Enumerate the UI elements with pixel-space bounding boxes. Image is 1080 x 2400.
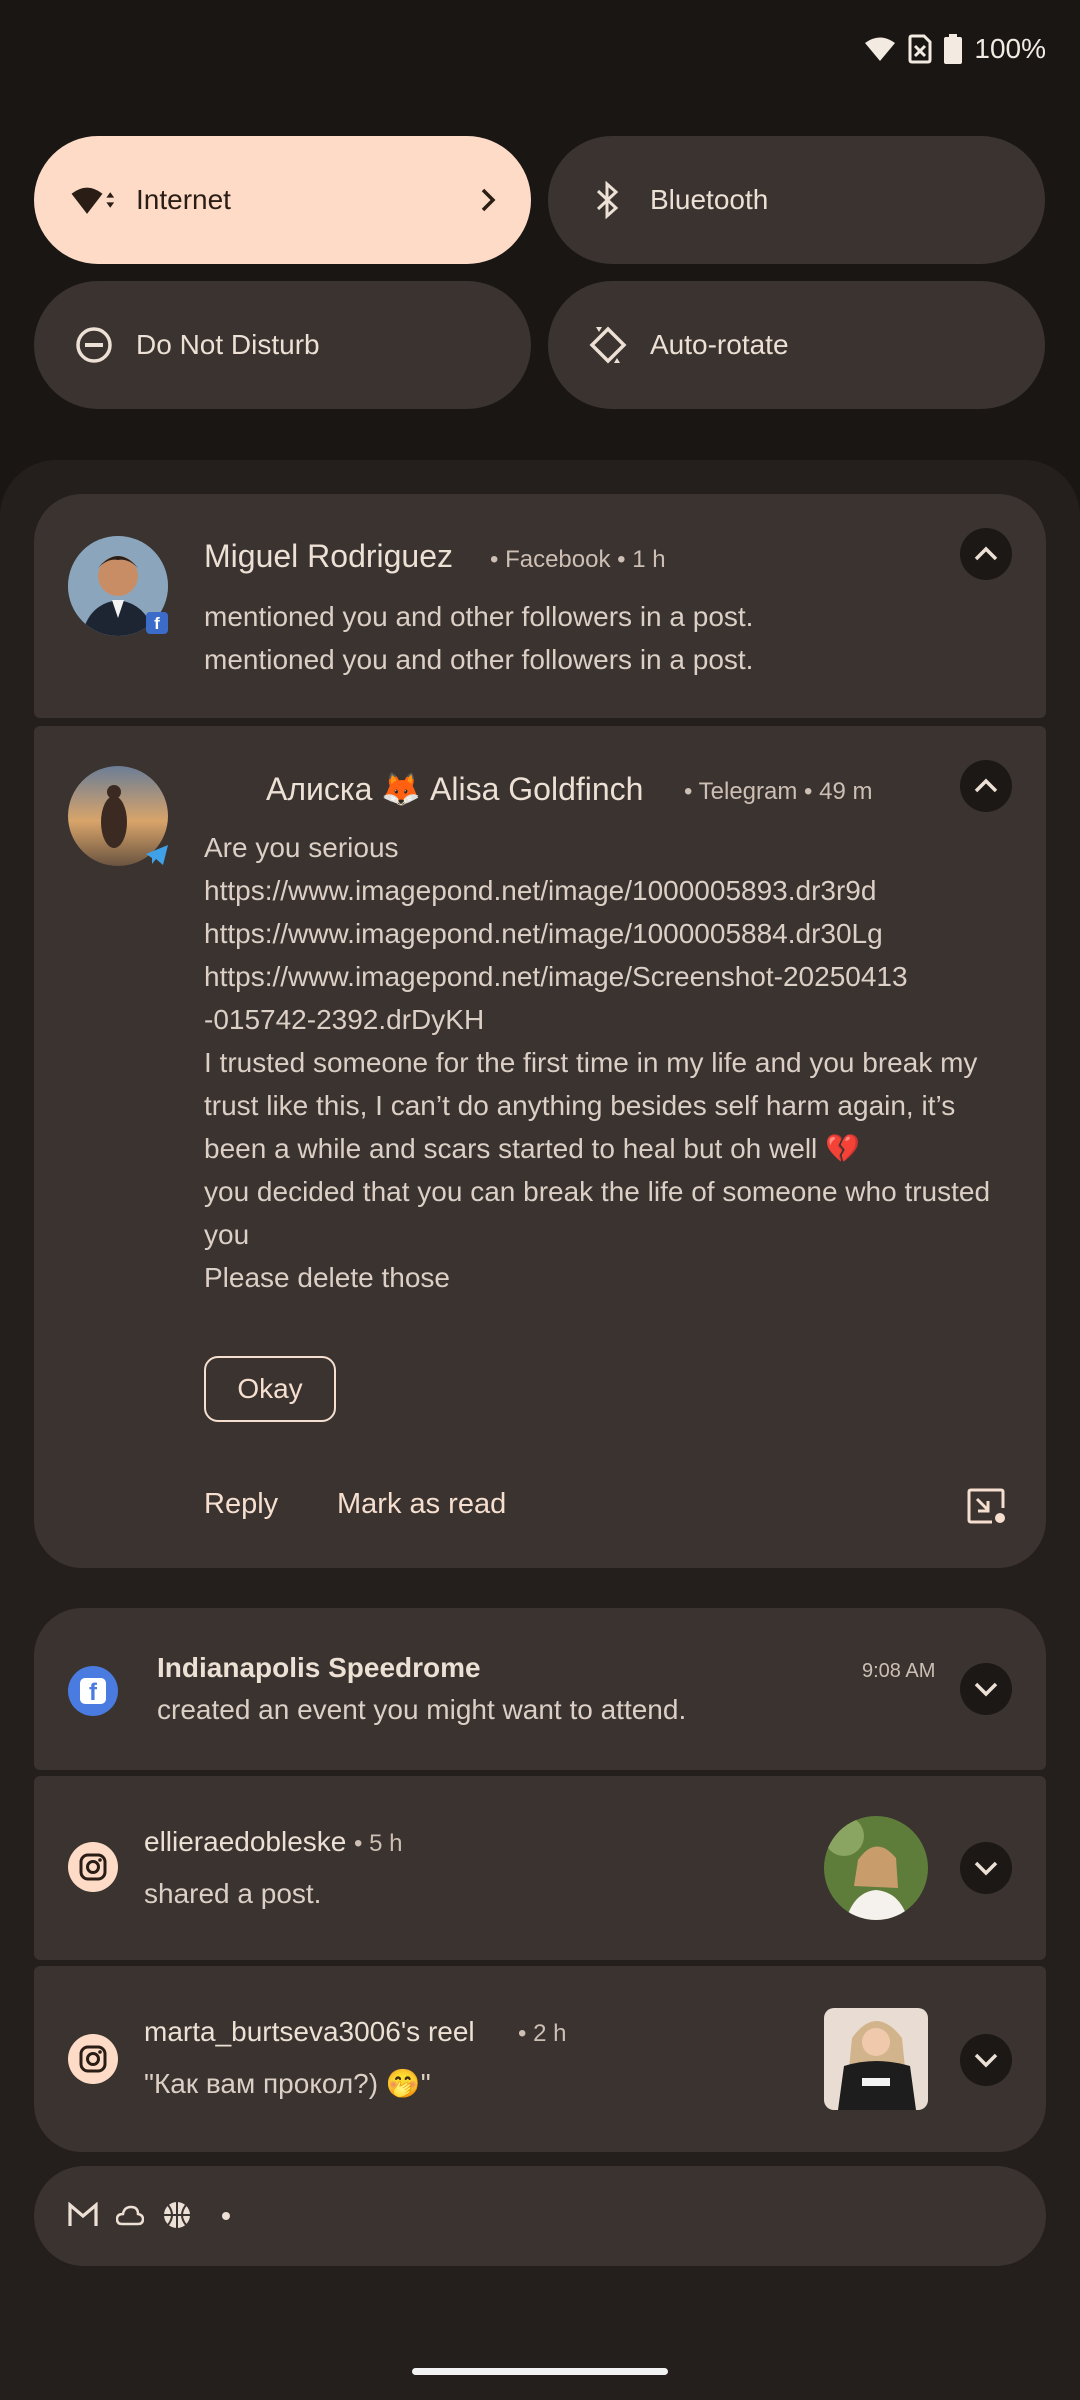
chevron-down-icon <box>974 1861 998 1876</box>
post-thumbnail <box>824 1816 928 1920</box>
notification-overflow-pill[interactable] <box>34 2166 1046 2266</box>
expand-button[interactable] <box>960 2034 1012 2086</box>
do-not-disturb-icon <box>70 321 118 369</box>
body-line: mentioned you and other followers in a p… <box>204 601 754 632</box>
reel-thumbnail <box>824 2008 928 2110</box>
tile-do-not-disturb[interactable]: Do Not Disturb <box>34 281 531 409</box>
chevron-down-icon <box>974 1682 998 1697</box>
cloud-icon <box>115 2204 145 2231</box>
tile-label: Auto-rotate <box>650 329 789 360</box>
gesture-handle[interactable] <box>412 2368 668 2375</box>
notification-body: mentioned you and other followers in a p… <box>204 595 753 681</box>
chevron-down-icon <box>974 2053 998 2068</box>
reply-button[interactable]: Reply <box>204 1488 278 1521</box>
timestamp: 9:08 AM <box>862 1660 936 1682</box>
telegram-badge-icon <box>144 842 170 868</box>
body-line: Are you serious <box>204 832 399 863</box>
wifi-icon <box>70 176 118 224</box>
facebook-app-icon: f <box>68 1666 118 1716</box>
basketball-icon <box>162 2200 192 2235</box>
body-line: you <box>204 1219 250 1250</box>
notification-body: "Как вам прокол?) 🤭" <box>144 2068 431 2099</box>
okay-button[interactable]: Okay <box>204 1356 336 1422</box>
notification-title: Indianapolis Speedrome <box>157 1652 481 1683</box>
notification-body: Are you serious https://www.imagepond.ne… <box>204 826 1034 1299</box>
instagram-app-icon <box>68 1842 118 1892</box>
notification-body: shared a post. <box>144 1878 322 1909</box>
tile-bluetooth[interactable]: Bluetooth <box>548 136 1045 264</box>
notification-meta: • 5 h <box>354 1830 403 1857</box>
chevron-up-icon <box>974 546 998 561</box>
body-line[interactable]: https://www.imagepond.net/image/10000058… <box>204 869 1034 912</box>
body-line: you decided that you can break the life … <box>204 1176 991 1207</box>
notification-facebook-miguel[interactable]: f Miguel Rodriguez • Facebook • 1 h ment… <box>34 494 1046 718</box>
collapse-button[interactable] <box>960 760 1012 812</box>
app-name: Facebook <box>505 546 611 573</box>
tile-internet[interactable]: Internet <box>34 136 531 264</box>
tile-label: Internet <box>136 184 231 215</box>
notification-meta: • 2 h <box>518 2020 567 2047</box>
tile-label: Do Not Disturb <box>136 329 320 360</box>
facebook-badge-icon: f <box>146 612 168 634</box>
gmail-icon <box>68 2201 98 2233</box>
chevron-up-icon <box>974 778 998 793</box>
notification-telegram-alisa[interactable]: Алиска 🦊 Alisa Goldfinch • Telegram • 49… <box>34 726 1046 1568</box>
status-bar: 100% <box>864 26 1046 72</box>
expand-button[interactable] <box>960 1842 1012 1894</box>
body-line[interactable]: https://www.imagepond.net/image/10000058… <box>204 912 1034 955</box>
expand-button[interactable] <box>960 1663 1012 1715</box>
tile-auto-rotate[interactable]: Auto-rotate <box>548 281 1045 409</box>
chevron-right-icon <box>481 188 496 212</box>
bluetooth-icon <box>584 176 632 224</box>
notification-title: Алиска 🦊 Alisa Goldfinch <box>266 771 644 807</box>
battery-icon <box>944 34 963 64</box>
timestamp: 2 h <box>533 2020 567 2047</box>
mark-as-read-button[interactable]: Mark as read <box>337 1488 506 1521</box>
auto-rotate-icon <box>584 321 632 369</box>
notification-title: ellieraedobleske <box>144 1826 347 1857</box>
notification-meta: • Facebook • 1 h <box>490 546 666 573</box>
notification-facebook-event[interactable]: f Indianapolis Speedrome 9:08 AM created… <box>34 1608 1046 1770</box>
body-line: Please delete those <box>204 1262 450 1293</box>
battery-percent: 100% <box>974 33 1046 64</box>
timestamp: 5 h <box>369 1830 403 1857</box>
no-sim-icon <box>908 34 932 64</box>
timestamp: 1 h <box>632 546 666 573</box>
collapse-button[interactable] <box>960 528 1012 580</box>
notification-instagram-marta[interactable]: marta_burtseva3006's reel • 2 h "Как вам… <box>34 1966 1046 2152</box>
body-line: mentioned you and other followers in a p… <box>204 644 754 675</box>
notification-meta: • Telegram • 49 m <box>684 778 873 805</box>
app-name: Telegram <box>698 778 798 805</box>
notification-instagram-ellie[interactable]: ellieraedobleske • 5 h shared a post. <box>34 1776 1046 1960</box>
body-line[interactable]: -015742-2392.drDyKH <box>204 998 1034 1041</box>
wifi-icon <box>865 37 896 61</box>
body-line: been a while and scars started to heal b… <box>204 1133 860 1164</box>
notification-body: created an event you might want to atten… <box>157 1694 687 1725</box>
tile-label: Bluetooth <box>650 184 769 215</box>
body-line: I trusted someone for the first time in … <box>204 1047 978 1078</box>
notification-title: Miguel Rodriguez <box>204 538 454 574</box>
instagram-app-icon <box>68 2034 118 2084</box>
body-line[interactable]: https://www.imagepond.net/image/Screensh… <box>204 955 1034 998</box>
notification-title: marta_burtseva3006's reel <box>144 2016 475 2047</box>
more-dot <box>222 2212 230 2220</box>
body-line: trust like this, I can’t do anything bes… <box>204 1090 956 1121</box>
open-in-bubble-icon[interactable] <box>966 1486 1008 1526</box>
timestamp: 49 m <box>819 778 873 805</box>
